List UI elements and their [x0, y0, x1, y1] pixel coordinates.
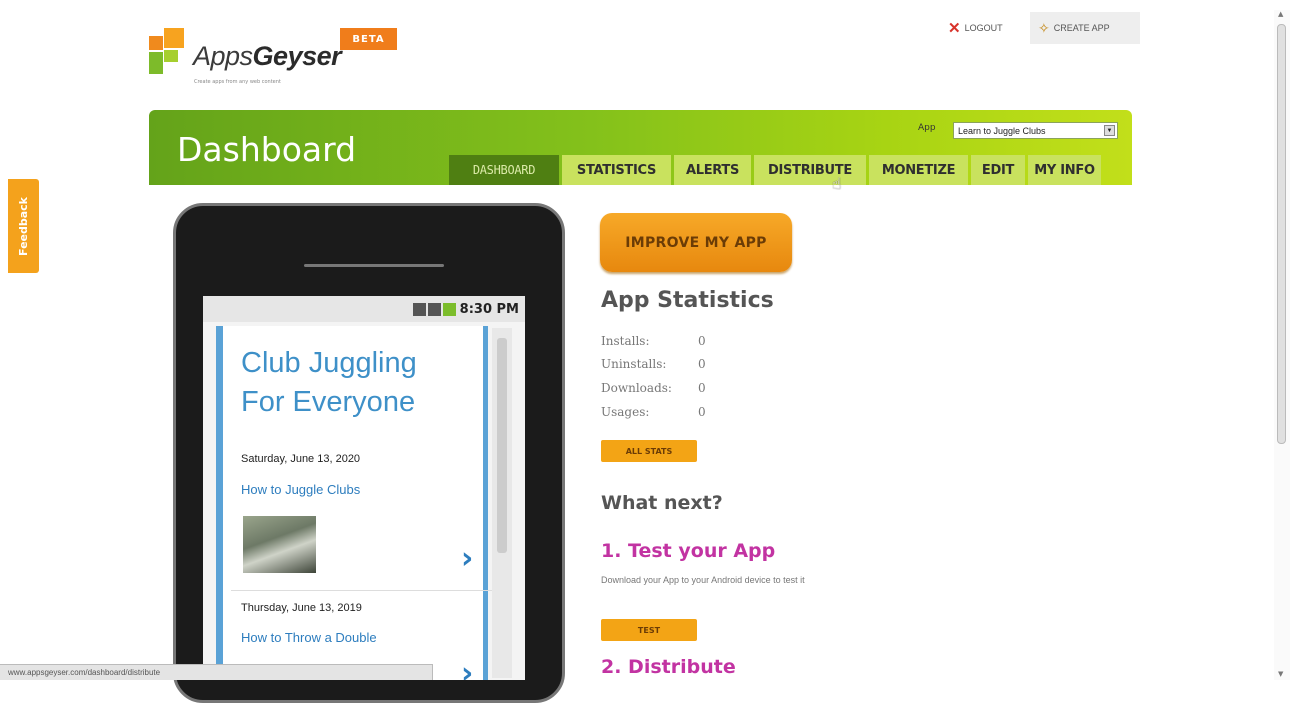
blog-content: Club Juggling For Everyone Saturday, Jun…: [216, 326, 496, 680]
logout-label: LOGOUT: [964, 23, 1003, 33]
signal-icons: [412, 302, 456, 316]
chevron-right-icon[interactable]: ›: [461, 656, 473, 680]
tab-edit[interactable]: EDIT: [971, 155, 1025, 185]
stat-row: Installs: 0: [601, 334, 706, 348]
dropdown-arrow-icon: ▼: [1104, 125, 1115, 136]
page-title: Dashboard: [177, 130, 357, 169]
feedback-label: Feedback: [17, 196, 30, 256]
post-thumbnail: [243, 516, 316, 573]
chevron-right-icon[interactable]: ›: [461, 541, 473, 576]
logout-icon: ✕: [948, 20, 961, 37]
what-next-heading: What next?: [601, 492, 723, 514]
stat-row: Uninstalls: 0: [601, 357, 706, 371]
step-test-heading: 1. Test your App: [601, 540, 776, 562]
post-link[interactable]: How to Juggle Clubs: [241, 482, 360, 497]
nav-tabs: DASHBOARD STATISTICS ALERTS DISTRIBUTE M…: [449, 155, 1104, 185]
scrollbar-thumb[interactable]: [1277, 24, 1286, 444]
phone-status-bar: 8:30 PM: [203, 296, 525, 322]
phone-scrollbar[interactable]: [492, 328, 512, 678]
page-scrollbar[interactable]: ▲ ▼: [1274, 10, 1290, 680]
app-select-label: App: [918, 123, 936, 133]
status-url-bar: www.appsgeyser.com/dashboard/distribute: [0, 664, 433, 680]
beta-badge: BETA: [340, 28, 397, 50]
test-button[interactable]: TEST: [601, 619, 697, 641]
app-statistics-heading: App Statistics: [601, 288, 774, 313]
phone-time: 8:30 PM: [459, 301, 519, 317]
blog-title: Club Juggling For Everyone: [241, 347, 417, 418]
tab-alerts[interactable]: ALERTS: [674, 155, 751, 185]
post-link[interactable]: How to Throw a Double: [241, 630, 377, 645]
logo-brand: AppsGeyser: [193, 41, 342, 71]
step-test-description: Download your App to your Android device…: [601, 575, 805, 585]
scroll-down-icon[interactable]: ▼: [1278, 670, 1283, 678]
all-stats-button[interactable]: ALL STATS: [601, 440, 697, 462]
post-divider: [231, 590, 496, 591]
logo-tagline: Create apps from any web content: [194, 79, 281, 85]
phone-screen: 8:30 PM Club Juggling For Everyone Satur…: [203, 296, 525, 680]
post-date: Thursday, June 13, 2019: [241, 602, 362, 614]
stat-row: Usages: 0: [601, 405, 706, 419]
improve-my-app-button[interactable]: IMPROVE MY APP: [600, 213, 792, 272]
scroll-up-icon[interactable]: ▲: [1278, 10, 1283, 18]
hand-cursor-icon: ☝: [832, 174, 842, 193]
logo-mark-icon: [149, 28, 184, 74]
tab-distribute[interactable]: DISTRIBUTE: [754, 155, 866, 185]
app-select-value: Learn to Juggle Clubs: [958, 125, 1046, 136]
phone-speaker: [304, 264, 444, 267]
stat-row: Downloads: 0: [601, 381, 706, 395]
tab-monetize[interactable]: MONETIZE: [869, 155, 968, 185]
post-date: Saturday, June 13, 2020: [241, 453, 361, 465]
tab-statistics[interactable]: STATISTICS: [562, 155, 671, 185]
logout-link[interactable]: ✕ LOGOUT: [948, 12, 1003, 44]
create-app-icon: ✧: [1038, 19, 1050, 36]
tab-my-info[interactable]: MY INFO: [1028, 155, 1101, 185]
step-distribute-heading: 2. Distribute: [601, 656, 736, 678]
tab-dashboard[interactable]: DASHBOARD: [449, 155, 559, 185]
app-select[interactable]: Learn to Juggle Clubs ▼: [953, 122, 1118, 139]
create-app-link[interactable]: ✧ CREATE APP: [1030, 12, 1140, 44]
feedback-tab[interactable]: Feedback: [8, 179, 39, 273]
create-app-label: CREATE APP: [1053, 23, 1110, 33]
